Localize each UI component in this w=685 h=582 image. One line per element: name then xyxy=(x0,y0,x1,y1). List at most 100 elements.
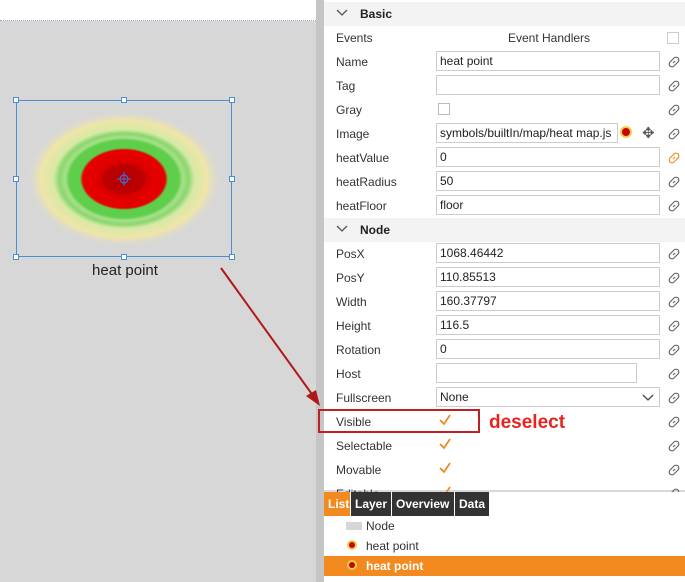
node-row: PosY 110.85513 xyxy=(324,266,685,290)
node-row: Width 160.37797 xyxy=(324,290,685,314)
list-item-label: heat point xyxy=(366,539,419,553)
property-input[interactable]: 116.5 xyxy=(436,315,660,335)
checkmark-icon[interactable] xyxy=(438,461,452,475)
heat-icon[interactable] xyxy=(622,128,630,136)
gray-checkbox[interactable] xyxy=(438,103,450,115)
link-icon[interactable] xyxy=(667,247,681,261)
link-icon[interactable] xyxy=(667,151,681,165)
basic-row: heatValue 0 xyxy=(324,146,685,170)
move-icon[interactable]: ✥ xyxy=(642,124,655,142)
list-item[interactable]: heat point xyxy=(324,536,685,556)
panel-splitter[interactable] xyxy=(316,0,324,582)
list-item[interactable]: Node xyxy=(324,516,685,536)
list-item[interactable]: heat point xyxy=(324,556,685,576)
event-handlers-label[interactable]: Event Handlers xyxy=(508,31,590,45)
property-label: Tag xyxy=(336,79,356,93)
editor-canvas[interactable]: heat point xyxy=(0,0,316,582)
property-input[interactable]: 110.85513 xyxy=(436,267,660,287)
canvas-ruler xyxy=(0,0,316,21)
link-icon[interactable] xyxy=(667,367,681,381)
resize-handle[interactable] xyxy=(13,254,19,260)
events-checkbox[interactable] xyxy=(667,32,679,44)
property-label: Selectable xyxy=(336,439,393,453)
link-icon[interactable] xyxy=(667,391,681,405)
heat-icon xyxy=(349,562,355,568)
node-row: Fullscreen None xyxy=(324,386,685,410)
tab-list[interactable]: List xyxy=(324,492,350,516)
chevron-down-icon xyxy=(336,225,348,232)
property-input[interactable]: None xyxy=(436,387,660,407)
check-row: Selectable xyxy=(324,434,685,458)
property-label: Fullscreen xyxy=(336,391,392,405)
property-input[interactable]: floor xyxy=(436,195,660,215)
property-input[interactable]: 0 xyxy=(436,147,660,167)
section-node[interactable]: Node xyxy=(324,218,685,242)
property-input[interactable]: 50 xyxy=(436,171,660,191)
property-label: PosY xyxy=(336,271,365,285)
tab-layer[interactable]: Layer xyxy=(351,492,391,516)
annotation-text: deselect xyxy=(489,412,566,433)
resize-handle[interactable] xyxy=(229,254,235,260)
basic-row: heatRadius 50 xyxy=(324,170,685,194)
resize-handle[interactable] xyxy=(121,254,127,260)
basic-row: Name heat point xyxy=(324,50,685,74)
link-icon[interactable] xyxy=(667,295,681,309)
check-row: Movable xyxy=(324,458,685,482)
link-icon[interactable] xyxy=(667,319,681,333)
resize-handle[interactable] xyxy=(229,97,235,103)
link-icon[interactable] xyxy=(667,103,681,117)
property-label: heatValue xyxy=(336,151,390,165)
resize-handle[interactable] xyxy=(121,97,127,103)
chevron-down-icon xyxy=(642,392,654,402)
property-input[interactable] xyxy=(436,363,637,383)
property-label: Name xyxy=(336,55,369,69)
property-input[interactable]: symbols/builtIn/map/heat map.js xyxy=(436,123,618,143)
section-title: Node xyxy=(360,223,390,237)
node-row: PosX 1068.46442 xyxy=(324,242,685,266)
property-label: Rotation xyxy=(336,343,381,357)
property-input[interactable]: 0 xyxy=(436,339,660,359)
property-label: Width xyxy=(336,295,367,309)
resize-handle[interactable] xyxy=(13,97,19,103)
link-icon[interactable] xyxy=(667,415,681,429)
link-icon[interactable] xyxy=(667,127,681,141)
section-title: Basic xyxy=(360,7,393,21)
link-icon[interactable] xyxy=(667,463,681,477)
property-input[interactable]: heat point xyxy=(436,51,660,71)
link-icon[interactable] xyxy=(667,439,681,453)
resize-handle[interactable] xyxy=(13,176,19,182)
basic-row: heatFloor floor xyxy=(324,194,685,218)
node-row: Host xyxy=(324,362,685,386)
tab-data[interactable]: Data xyxy=(455,492,489,516)
property-label: Height xyxy=(336,319,371,333)
link-icon[interactable] xyxy=(667,55,681,69)
crosshair-icon xyxy=(117,172,131,186)
node-row: Rotation 0 xyxy=(324,338,685,362)
link-icon[interactable] xyxy=(667,79,681,93)
property-input[interactable] xyxy=(436,75,660,95)
basic-row: Gray xyxy=(324,98,685,122)
property-label: Image xyxy=(336,127,370,141)
tab-overview[interactable]: Overview xyxy=(392,492,454,516)
link-icon[interactable] xyxy=(667,199,681,213)
property-label: Host xyxy=(336,367,361,381)
section-basic[interactable]: Basic xyxy=(324,2,685,26)
property-label: heatRadius xyxy=(336,175,397,189)
node-row: Height 116.5 xyxy=(324,314,685,338)
property-label: heatFloor xyxy=(336,199,387,213)
basic-row: Image symbols/builtIn/map/heat map.js ✥ xyxy=(324,122,685,146)
checkmark-icon[interactable] xyxy=(438,437,452,451)
property-input[interactable]: 160.37797 xyxy=(436,291,660,311)
link-icon[interactable] xyxy=(667,271,681,285)
chevron-down-icon xyxy=(336,9,348,16)
events-row: Events Event Handlers xyxy=(324,26,685,50)
property-input[interactable]: 1068.46442 xyxy=(436,243,660,263)
list-item-label: heat point xyxy=(366,559,424,573)
resize-handle[interactable] xyxy=(229,176,235,182)
property-label: PosX xyxy=(336,247,365,261)
heat-icon xyxy=(349,542,355,548)
link-icon[interactable] xyxy=(667,343,681,357)
link-icon[interactable] xyxy=(667,175,681,189)
property-label: Gray xyxy=(336,103,363,117)
list-item-label: Node xyxy=(366,519,395,533)
